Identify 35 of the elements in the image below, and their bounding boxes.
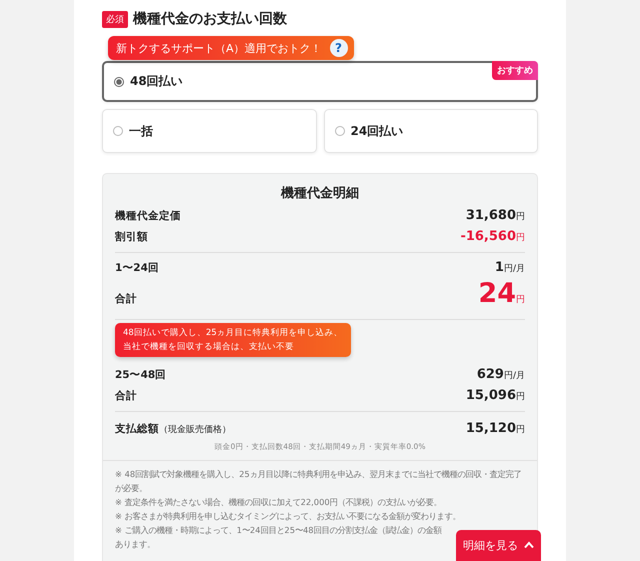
- row-label: 割引額: [115, 230, 148, 245]
- note-text: ※ 48回割賦で対象機種を購入し、25ヵ月目以降に特典利用を申込み、翌月末までに当社で機種の回収・査定完了が必要。: [115, 468, 523, 495]
- show-details-button[interactable]: 明細を見る: [456, 530, 541, 561]
- payment-option[interactable]: 一括: [102, 109, 316, 153]
- radio-icon: [334, 126, 344, 136]
- row-label: 機種代金定価: [115, 208, 181, 224]
- required-badge: 必須: [102, 10, 128, 28]
- note-text: あります。: [115, 538, 155, 551]
- note-text: ※ 査定条件を満たさない場合、機種の回収に加えて22,000円（不課税）の支払いが必要。: [115, 496, 442, 509]
- row-amount: 629円/月: [476, 366, 525, 384]
- section-title: 機種代金のお支払い回数: [133, 10, 287, 28]
- row-label: 合計: [115, 292, 137, 307]
- row-label: 25〜48回: [115, 368, 166, 383]
- panel-title: 機種代金明細: [280, 185, 360, 202]
- radio-icon: [114, 76, 124, 86]
- row-amount: 24円: [478, 279, 525, 311]
- row-amount: 1円/月: [494, 259, 525, 277]
- row-label: 合計: [115, 389, 137, 404]
- row-amount: 31,680円: [466, 207, 525, 225]
- caret-up-icon: [524, 541, 534, 549]
- promo-text: 新トクするサポート（A）適用でおトク！: [116, 40, 322, 56]
- total-amount: 15,120円: [466, 420, 525, 438]
- row-amount: -16,560円: [460, 228, 525, 246]
- radio-icon: [113, 126, 123, 136]
- payment-option[interactable]: 24回払い: [324, 109, 538, 153]
- tooltip-text: 48回払いで購入し、25ヵ月目に特典利用を申し込み、: [123, 327, 343, 340]
- recommended-badge: おすすめ: [492, 61, 538, 80]
- help-icon[interactable]: ?: [330, 39, 348, 57]
- payment-option[interactable]: 48回払い おすすめ: [102, 61, 538, 102]
- row-label: 1〜24回: [115, 261, 159, 276]
- note-text: ※ ご購入の機種・時期によって、1〜24回目と25〜48回目の分割支払金（賦払金）の金額: [115, 524, 442, 537]
- tooltip-text: 当社で機種を回収する場合は、支払い不要: [123, 341, 295, 354]
- total-label: 支払総額（現金販売価格）: [115, 422, 231, 437]
- note-text: ※ お客さまが特典利用を申し込むタイミングによって、お支払い不要になる金額が変わります。: [115, 510, 461, 523]
- row-amount: 15,096円: [466, 387, 525, 405]
